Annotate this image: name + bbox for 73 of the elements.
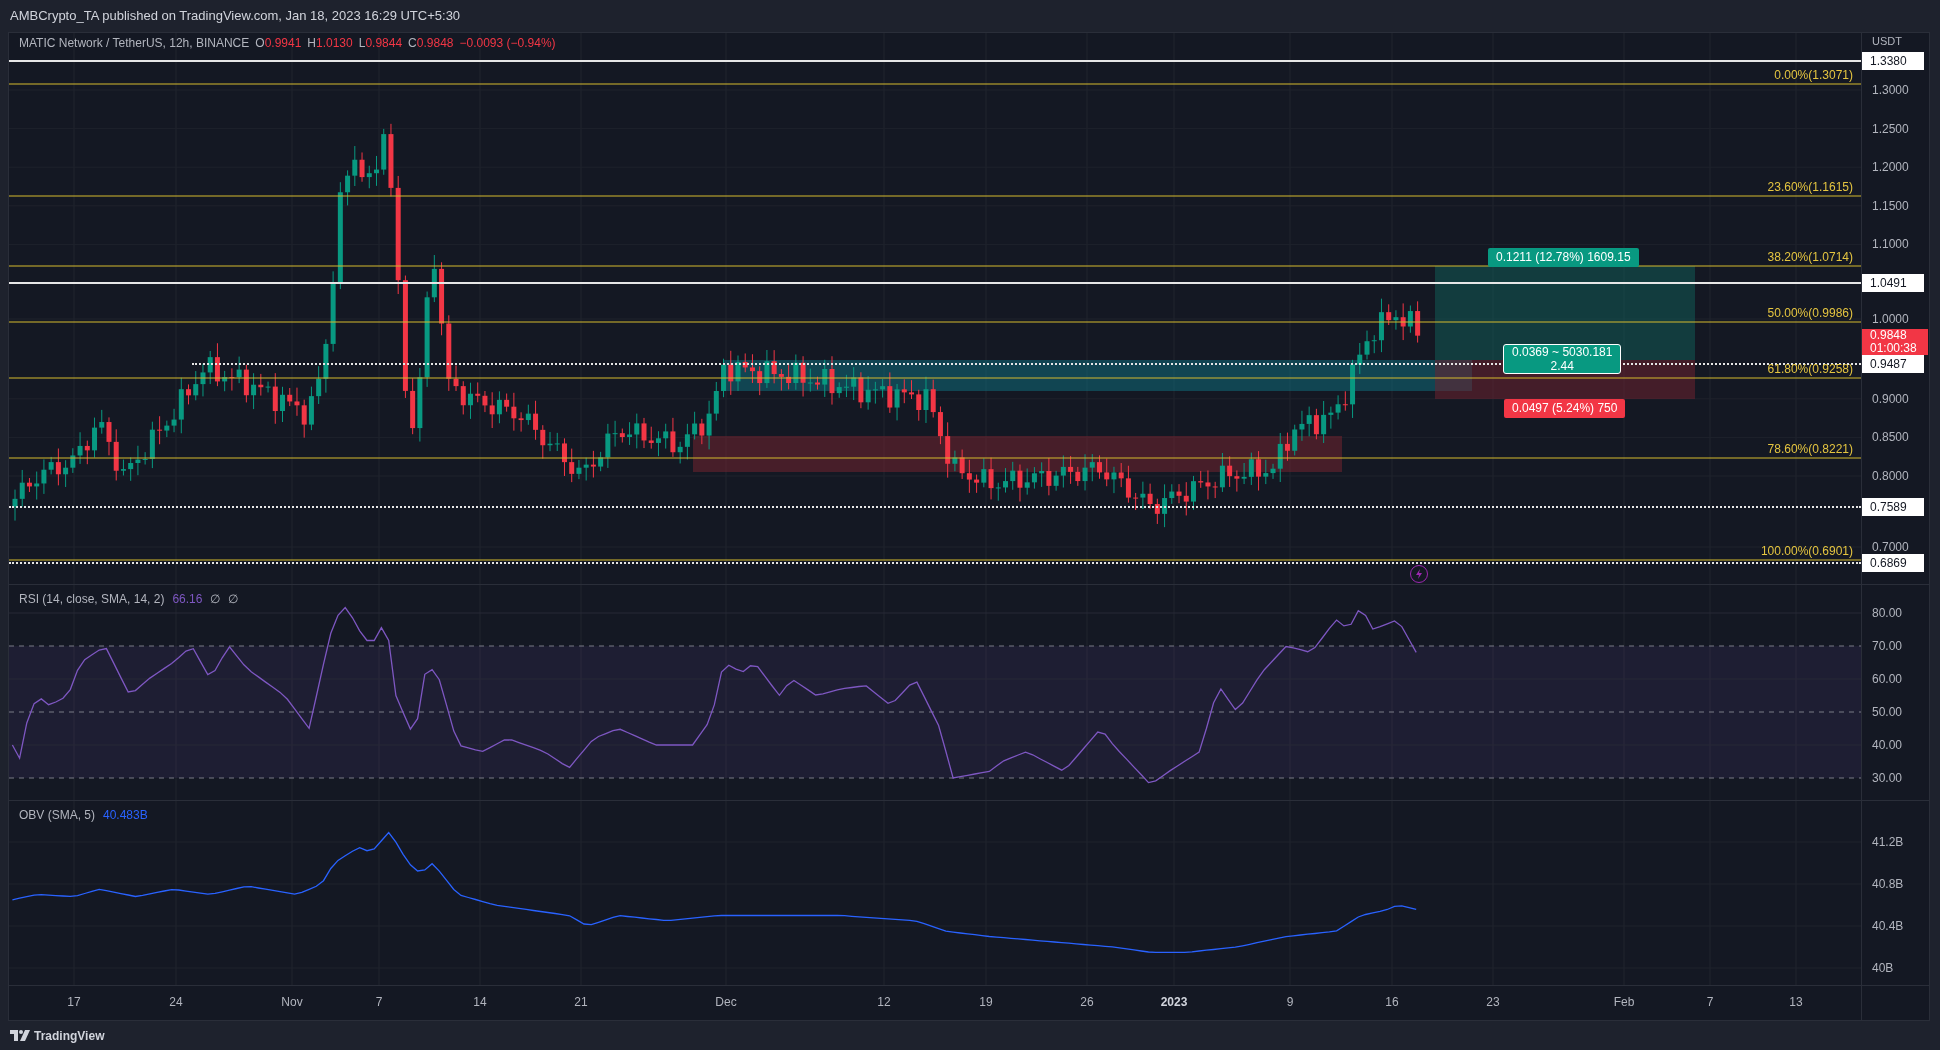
indicator-value: 66.16 bbox=[172, 591, 203, 607]
rsi-tick: 30.00 bbox=[1872, 771, 1903, 785]
fib-level-label: 61.80%(0.9258) bbox=[1767, 362, 1853, 376]
time-tick: 7 bbox=[375, 995, 383, 1009]
currency-label: USDT bbox=[1872, 35, 1902, 47]
time-tick: 12 bbox=[877, 995, 891, 1009]
symbol-title: MATIC Network / TetherUS, 12h, BINANCE bbox=[19, 35, 250, 51]
ohlc-label: L bbox=[358, 35, 366, 51]
indicator-value: ∅ bbox=[210, 591, 221, 607]
ohlc-label: C bbox=[408, 35, 417, 51]
rsi-tick: 60.00 bbox=[1872, 672, 1903, 686]
time-tick: Dec bbox=[715, 995, 737, 1009]
price-tick: 0.7000 bbox=[1872, 540, 1909, 554]
rsi-tick: 50.00 bbox=[1872, 705, 1903, 719]
entry-label: 0.0369 ~ 5030.181 2.44 bbox=[1503, 344, 1622, 374]
time-tick: Feb bbox=[1613, 995, 1635, 1009]
time-tick: 13 bbox=[1789, 995, 1803, 1009]
time-tick: 14 bbox=[473, 995, 487, 1009]
obv-tick: 40.8B bbox=[1872, 877, 1904, 891]
indicator-value: 40.483B bbox=[103, 807, 148, 823]
rsi-tick: 40.00 bbox=[1872, 738, 1903, 752]
time-tick: 19 bbox=[979, 995, 993, 1009]
price-tick: 1.3000 bbox=[1872, 83, 1909, 97]
price-tick: 1.1500 bbox=[1872, 198, 1909, 213]
time-tick: 24 bbox=[169, 995, 183, 1009]
price-tag: 0.7589 bbox=[1862, 498, 1924, 516]
current-price-tag: 0.9848 01:00:38 bbox=[1862, 329, 1928, 355]
brand-name: TradingView bbox=[34, 1027, 105, 1045]
price-tag: 1.3380 bbox=[1862, 52, 1924, 70]
price-tick: 0.8500 bbox=[1872, 430, 1909, 445]
target-label: 0.1211 (12.78%) 1609.15 bbox=[1488, 248, 1639, 267]
fib-level-label: 78.60%(0.8221) bbox=[1767, 442, 1853, 456]
time-tick: 9 bbox=[1286, 995, 1294, 1009]
ohlc-value: 0.9844 bbox=[365, 35, 403, 51]
time-tick: 2023 bbox=[1160, 995, 1188, 1009]
fib-level-label: 0.00%(1.3071) bbox=[1774, 68, 1853, 82]
price-tick: 0.8000 bbox=[1872, 469, 1909, 483]
brand-logo-icon bbox=[10, 1030, 30, 1041]
price-tick: 1.2500 bbox=[1872, 121, 1909, 136]
obv-tick: 40.4B bbox=[1872, 919, 1904, 933]
time-tick: 17 bbox=[67, 995, 81, 1009]
time-tick: 21 bbox=[574, 995, 588, 1009]
price-change: −0.0093 (−0.94%) bbox=[459, 35, 556, 51]
ohlc-value: 0.9941 bbox=[264, 35, 302, 51]
ohlc-value: 0.9848 bbox=[416, 35, 454, 51]
price-tick: 1.1000 bbox=[1872, 237, 1909, 252]
rsi-tick: 80.00 bbox=[1872, 606, 1903, 620]
fib-level-label: 50.00%(0.9986) bbox=[1767, 306, 1853, 320]
indicator-value: ∅ bbox=[228, 591, 239, 607]
time-tick: Nov bbox=[281, 995, 303, 1009]
indicator-title: OBV (SMA, 5) bbox=[19, 807, 95, 823]
fib-level-label: 38.20%(1.0714) bbox=[1767, 250, 1853, 264]
indicator-title: RSI (14, close, SMA, 14, 2) bbox=[19, 591, 165, 607]
rsi-tick: 70.00 bbox=[1872, 639, 1903, 653]
fib-level-label: 100.00%(0.6901) bbox=[1760, 544, 1853, 558]
time-tick: 16 bbox=[1385, 995, 1399, 1009]
fib-level-label: 23.60%(1.1615) bbox=[1767, 180, 1853, 194]
price-tick: 0.9000 bbox=[1872, 391, 1909, 406]
publisher-line: AMBCrypto_TA published on TradingView.com, Jan 18, 2023 16:29 UTC+5:30 bbox=[10, 7, 461, 26]
ohlc-label: H bbox=[307, 35, 316, 51]
price-tag: 0.6869 bbox=[1862, 554, 1924, 572]
price-tag: 1.0491 bbox=[1862, 274, 1924, 292]
obv-tick: 41.2B bbox=[1872, 835, 1904, 849]
price-tick: 1.0000 bbox=[1872, 312, 1909, 326]
ohlc-value: 1.0130 bbox=[316, 35, 353, 51]
time-tick: 26 bbox=[1080, 995, 1094, 1009]
stop-label: 0.0497 (5.24%) 750 bbox=[1504, 399, 1626, 418]
time-tick: 7 bbox=[1706, 995, 1714, 1009]
ohlc-label: O bbox=[255, 35, 265, 51]
price-tag: 0.9487 bbox=[1862, 355, 1924, 373]
obv-tick: 40B bbox=[1872, 961, 1894, 975]
time-tick: 23 bbox=[1486, 995, 1500, 1009]
price-tick: 1.2000 bbox=[1872, 160, 1909, 175]
